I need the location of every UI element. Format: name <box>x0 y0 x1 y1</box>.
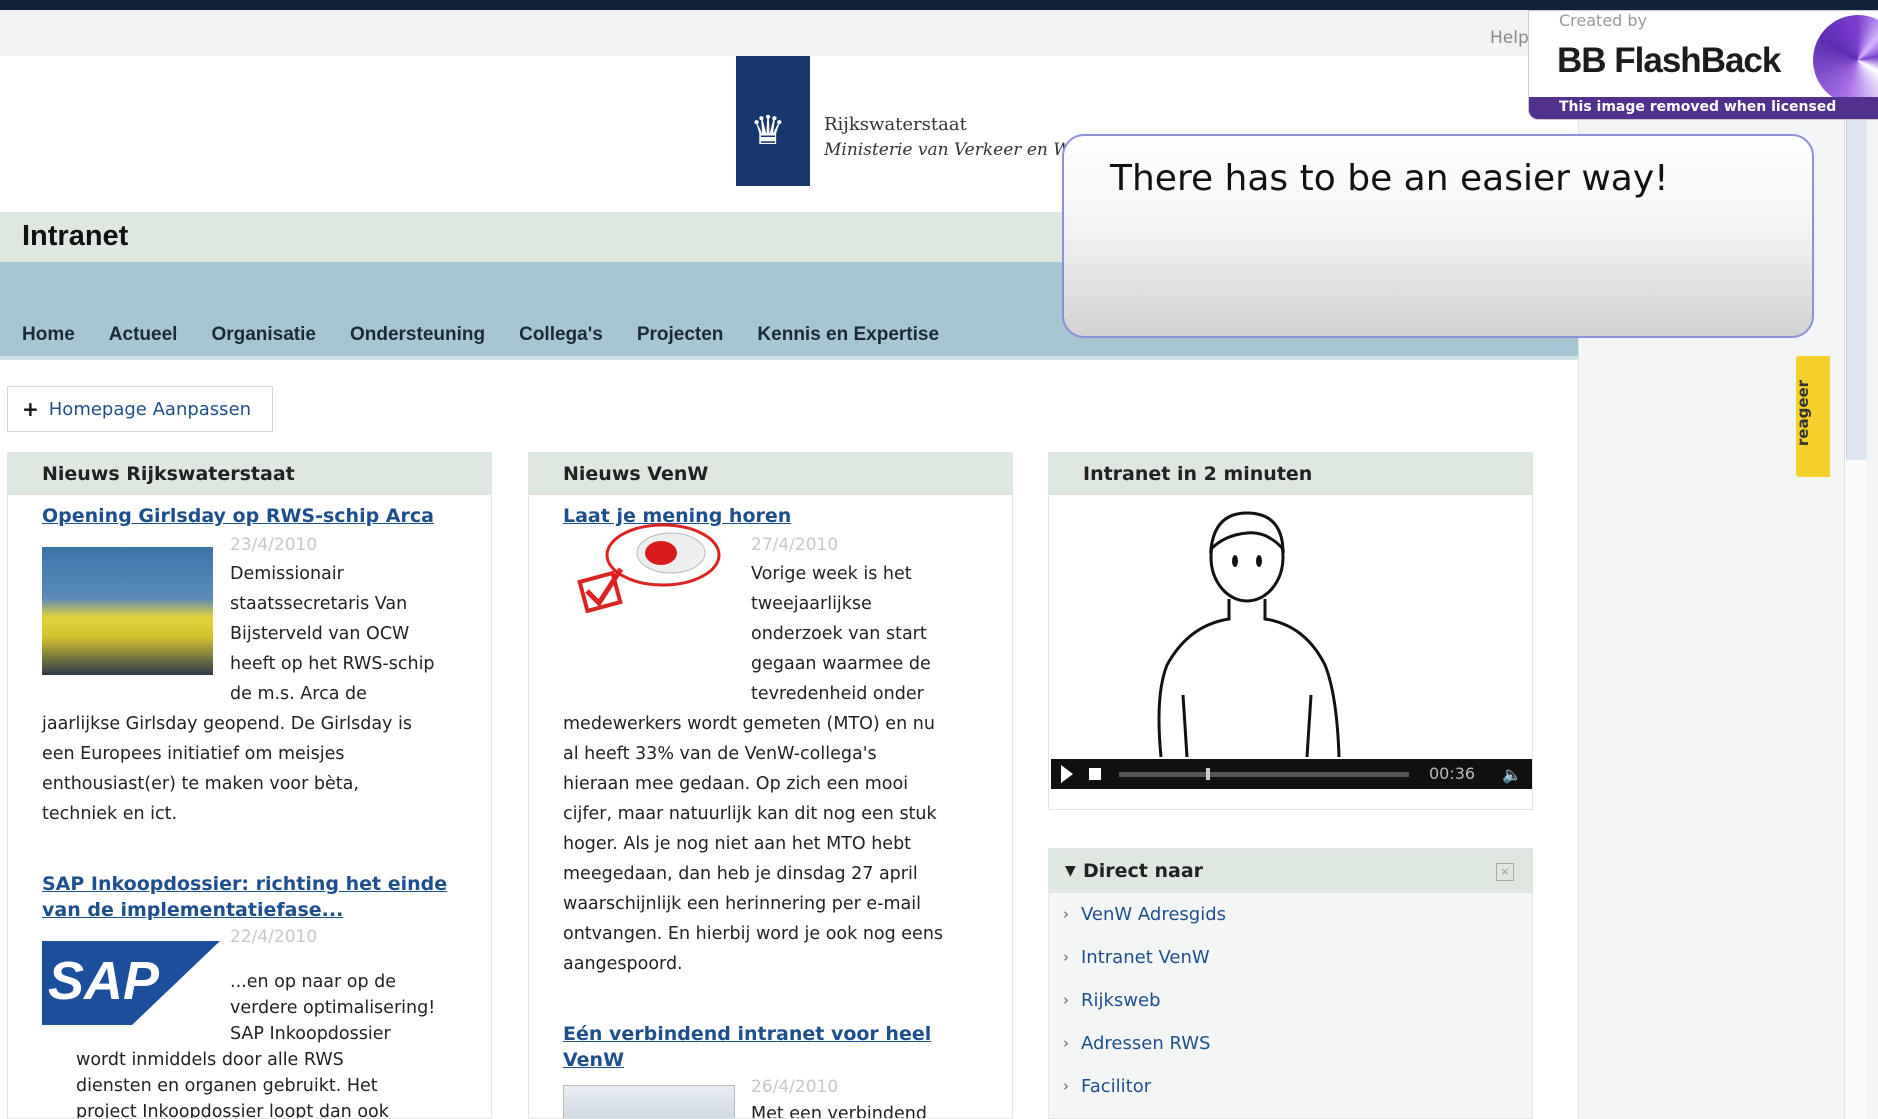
nav-home[interactable]: Home <box>22 324 75 346</box>
nav-actueel[interactable]: Actueel <box>109 324 178 346</box>
svg-text:SAP: SAP <box>48 951 160 1011</box>
chevron-right-icon: › <box>1063 1077 1069 1095</box>
callout-bubble: There has to be an easier way! <box>1062 134 1814 338</box>
org-name: Rijkswaterstaat <box>824 114 967 135</box>
news-rws-item-2-title[interactable]: SAP Inkoopdossier: richting het einde va… <box>42 871 447 923</box>
video-progress-track[interactable] <box>1119 772 1409 777</box>
person-illustration <box>1157 511 1341 758</box>
video-progress-knob[interactable] <box>1206 768 1210 780</box>
flashback-logo-icon <box>1813 15 1878 105</box>
site-title: Intranet <box>22 220 129 252</box>
crest-icon: ♛ <box>750 108 786 154</box>
chevron-right-icon: › <box>1063 1034 1069 1052</box>
intranet-screenshot-thumbnail[interactable] <box>563 1085 735 1118</box>
direct-link-facilitor[interactable]: › Facilitor <box>1049 1065 1532 1108</box>
nav-collegas[interactable]: Collega's <box>519 324 603 346</box>
recorder-watermark: Created by BB FlashBack This image remov… <box>1528 10 1878 120</box>
video-panel: Intranet in 2 minuten 00:36 🔈 <box>1048 452 1533 810</box>
nav-organisatie[interactable]: Organisatie <box>211 324 316 346</box>
direct-link-rijksweb[interactable]: › Rijksweb <box>1049 979 1532 1022</box>
plus-icon: + <box>22 397 39 421</box>
sap-logo[interactable]: SAP <box>42 941 220 1025</box>
news-venw-item-1-summary: Vorige week is het tweejaarlijkse onderz… <box>751 564 931 704</box>
nav-kennis-en-expertise[interactable]: Kennis en Expertise <box>757 324 939 346</box>
video-controls: 00:36 🔈 <box>1051 759 1532 789</box>
news-rws-heading: Nieuws Rijkswaterstaat <box>8 453 491 495</box>
news-venw-item-1-date: 27/4/2010 <box>751 535 839 555</box>
news-rws-item-2-date: 22/4/2010 <box>230 927 318 947</box>
news-rws-item-1-summary: Demissionair staatssecretaris Van Bijste… <box>230 564 435 704</box>
direct-link-adressen-rws[interactable]: › Adressen RWS <box>1049 1022 1532 1065</box>
video-heading: Intranet in 2 minuten <box>1049 453 1532 495</box>
watermark-notice: This image removed when licensed <box>1559 99 1837 115</box>
direct-link-intranet-venw[interactable]: › Intranet VenW <box>1049 936 1532 979</box>
play-icon[interactable] <box>1061 765 1073 783</box>
news-venw-item-2-title[interactable]: Eén verbindend intranet voor heel VenW <box>563 1021 931 1073</box>
news-venw-panel: Nieuws VenW Laat je mening horen 27/4/20… <box>528 452 1013 1119</box>
news-venw-heading: Nieuws VenW <box>529 453 1012 495</box>
news-rws-item-1-summary-cont: jaarlijkse Girlsday geopend. De Girlsday… <box>42 714 412 824</box>
customize-homepage-label: Homepage Aanpassen <box>48 398 252 420</box>
ship-photo[interactable] <box>42 547 213 675</box>
window-top-bar <box>0 0 1878 10</box>
chevron-right-icon: › <box>1063 905 1069 923</box>
chevron-right-icon: › <box>1063 948 1069 966</box>
news-rws-item-1-title[interactable]: Opening Girlsday op RWS-schip Arca <box>42 503 434 529</box>
volume-icon[interactable]: 🔈 <box>1502 765 1522 784</box>
direct-links-panel: ▼ Direct naar × › VenW Adresgids › Intrane… <box>1048 848 1533 1119</box>
direct-links-header[interactable]: ▼ Direct naar × <box>1049 849 1532 893</box>
news-rws-item-1-date: 23/4/2010 <box>230 535 318 555</box>
help-link[interactable]: Help <box>1490 28 1529 48</box>
close-icon[interactable]: × <box>1496 863 1514 881</box>
customize-homepage-button[interactable]: + Homepage Aanpassen <box>7 386 273 432</box>
direct-links-heading: Direct naar <box>1083 860 1204 882</box>
callout-text: There has to be an easier way! <box>1110 158 1669 199</box>
direct-links-list: › VenW Adresgids › Intranet VenW › Rijksweb… <box>1049 893 1532 1118</box>
rijkswaterstaat-logo: ♛ <box>736 56 810 186</box>
news-rws-item-2-summary-cont: wordt inmiddels door alle RWS diensten e… <box>76 1050 389 1119</box>
chevron-right-icon: › <box>1063 991 1069 1009</box>
news-rws-panel: Nieuws Rijkswaterstaat Opening Girlsday … <box>7 452 492 1119</box>
nav-projecten[interactable]: Projecten <box>637 324 724 346</box>
watermark-brand: BB FlashBack <box>1557 41 1781 80</box>
news-venw-item-2-date: 26/4/2010 <box>751 1077 839 1097</box>
side-scroll-strip <box>1846 120 1867 460</box>
watermark-notice-strip: This image removed when licensed <box>1529 97 1878 119</box>
feedback-tab-label: reageer <box>1794 379 1813 447</box>
collapse-triangle-icon[interactable]: ▼ <box>1065 849 1076 893</box>
watermark-created-by: Created by <box>1559 11 1648 30</box>
news-venw-item-1-summary-cont: medewerkers wordt gemeten (MTO) en nu al… <box>563 714 944 974</box>
news-rws-item-2-summary: ...en op naar op de verdere optimaliseri… <box>230 972 436 1044</box>
video-player[interactable]: 00:36 🔈 <box>1049 495 1532 809</box>
stop-icon[interactable] <box>1089 768 1101 780</box>
video-time: 00:36 <box>1429 764 1476 783</box>
nav-ondersteuning[interactable]: Ondersteuning <box>350 324 485 346</box>
direct-link-venw-adresgids[interactable]: › VenW Adresgids <box>1049 893 1532 936</box>
feedback-tab[interactable]: reageer <box>1794 356 1830 477</box>
news-venw-item-2-summary: Met een verbindend <box>751 1104 927 1119</box>
